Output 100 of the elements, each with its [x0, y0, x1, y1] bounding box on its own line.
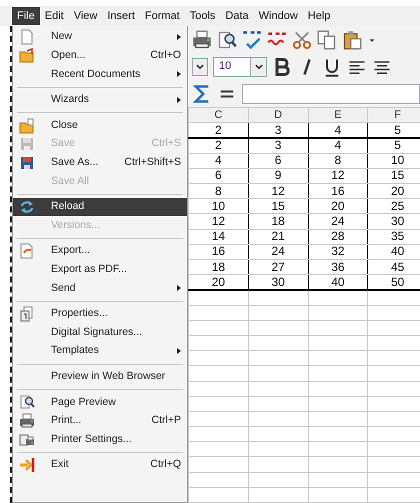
table-cell: 8 — [188, 184, 248, 199]
table-cell: 2 — [188, 122, 248, 138]
submenu-arrow-icon — [177, 348, 181, 354]
menu-item[interactable]: Page Preview — [13, 393, 187, 412]
export-icon — [19, 243, 35, 260]
menu-item[interactable]: Open... Ctrl+O — [13, 46, 187, 66]
table-cell: 5 — [368, 138, 420, 154]
table-cell: 30 — [368, 214, 420, 230]
table-cell: 16 — [308, 184, 368, 199]
menu-item[interactable]: Printer Settings... — [13, 430, 187, 449]
menu-item[interactable]: Export as PDF... — [13, 260, 187, 280]
menu-item[interactable]: Help — [302, 7, 336, 25]
menu-item[interactable]: Exit Ctrl+Q — [13, 456, 187, 474]
table-cell: 15 — [368, 168, 420, 184]
menu-item[interactable]: Properties... — [13, 304, 187, 324]
table-cell: 28 — [308, 229, 368, 244]
table-cell: 16 — [188, 244, 248, 260]
spellcheck-icon[interactable] — [242, 30, 262, 50]
page-icon — [19, 29, 35, 46]
table-cell: 14 — [188, 229, 248, 244]
printer-icon — [19, 432, 35, 448]
menu-item[interactable]: Preview in Web Browser — [13, 368, 187, 386]
table-cell: 8 — [308, 153, 368, 168]
menu-item[interactable]: New — [13, 28, 187, 47]
menu-item[interactable]: Window — [254, 7, 303, 25]
document-properties-icon — [19, 306, 35, 322]
submenu-arrow-icon — [177, 34, 181, 40]
column-header[interactable]: D — [248, 108, 308, 123]
menu-item[interactable]: View — [68, 7, 102, 25]
menu-item[interactable]: Tools — [184, 7, 220, 25]
menu-item[interactable]: Print... Ctrl+P — [13, 412, 187, 430]
submenu-arrow-icon — [177, 285, 181, 292]
table-cell: 27 — [248, 260, 308, 275]
menu-item[interactable]: Templates — [13, 342, 187, 360]
table-cell: 10 — [188, 198, 248, 214]
table-cell: 12 — [248, 184, 308, 199]
menu-item[interactable]: Format — [140, 7, 185, 25]
table-cell: 20 — [368, 184, 420, 199]
reload-icon — [19, 199, 35, 216]
menu-item[interactable]: Send — [13, 279, 187, 298]
table-cell: 10 — [368, 153, 420, 168]
font-size-field[interactable]: 10 — [213, 56, 267, 77]
submenu-arrow-icon — [177, 97, 181, 104]
folder-icon — [19, 48, 35, 64]
magnifier-icon — [19, 394, 35, 410]
table-cell: 2 — [188, 138, 248, 154]
copy-icon[interactable] — [317, 30, 337, 50]
table-cell: 35 — [368, 229, 420, 244]
scissors-icon[interactable] — [292, 30, 312, 50]
magnifier-icon[interactable] — [217, 30, 237, 50]
paste-icon[interactable] — [342, 30, 362, 50]
table-cell: 4 — [188, 153, 248, 168]
table-cell: 32 — [308, 244, 368, 260]
table-cell: 24 — [248, 244, 308, 260]
table-cell: 12 — [188, 214, 248, 230]
table-cell: 20 — [308, 198, 368, 214]
table-cell: 40 — [308, 274, 368, 290]
table-cell: 5 — [368, 122, 420, 138]
table-cell: 6 — [248, 153, 308, 168]
table-cell: 9 — [248, 168, 308, 184]
table-cell: 6 — [188, 168, 248, 184]
column-header[interactable]: E — [308, 108, 368, 123]
table-cell: 24 — [308, 214, 368, 230]
submenu-arrow-icon — [177, 71, 181, 78]
column-header[interactable]: C — [188, 108, 248, 123]
menu-item[interactable]: Close — [13, 116, 187, 135]
column-header[interactable]: F — [368, 108, 420, 123]
table-cell: 36 — [308, 260, 368, 275]
menu-item[interactable]: Digital Signatures... — [13, 323, 187, 342]
printer-icon — [19, 412, 35, 429]
menu-item[interactable]: Reload — [13, 198, 187, 216]
caret-icon — [254, 62, 264, 72]
menu-item[interactable]: Recent Documents — [13, 65, 187, 84]
table-cell: 50 — [368, 274, 420, 290]
table-cell: 4 — [308, 138, 368, 154]
table-cell: 25 — [368, 198, 420, 214]
dropdown-button[interactable] — [192, 58, 208, 76]
table-cell: 18 — [188, 260, 248, 275]
table-cell: 45 — [368, 260, 420, 275]
menu-item[interactable]: Data — [220, 7, 254, 25]
menu-item[interactable]: Save As... Ctrl+Shift+S — [13, 154, 187, 172]
table-cell: 20 — [188, 274, 248, 290]
printer-icon[interactable] — [192, 30, 212, 50]
formula-input-field[interactable] — [242, 84, 420, 104]
menu-item[interactable]: Edit — [40, 7, 69, 25]
table-cell: 21 — [248, 229, 308, 244]
table-cell: 4 — [308, 122, 368, 138]
table-cell: 40 — [368, 244, 420, 260]
menu-item[interactable]: File — [12, 7, 40, 25]
folder-icon — [19, 118, 35, 134]
table-cell: 18 — [248, 214, 308, 230]
menu-item[interactable]: Export... — [13, 242, 187, 261]
table-cell: 3 — [248, 122, 308, 138]
menu-item[interactable]: Insert — [102, 7, 140, 25]
table-cell: 3 — [248, 138, 308, 154]
table-cell: 30 — [248, 274, 308, 290]
table-cell: 15 — [248, 198, 308, 214]
exit-icon — [19, 457, 35, 474]
table-cell: 12 — [308, 168, 368, 184]
menu-item[interactable]: Wizards — [13, 90, 187, 110]
